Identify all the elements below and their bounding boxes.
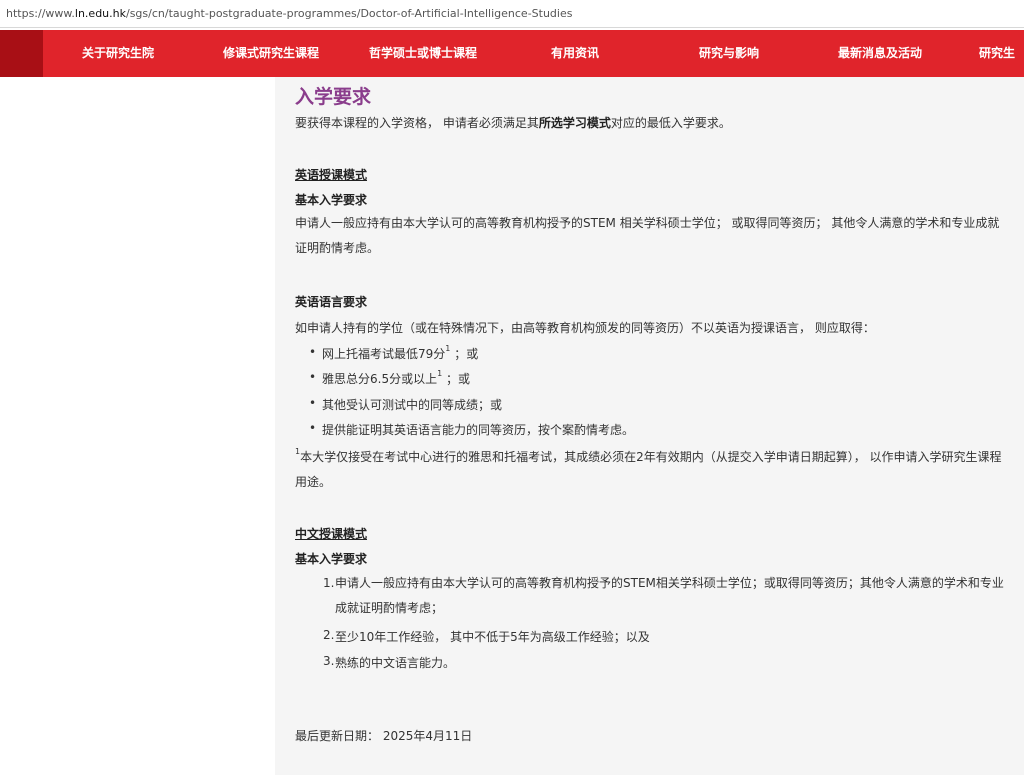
nav-item-research-postgraduate[interactable]: 哲学硕士或博士课程 — [369, 30, 477, 77]
chinese-mode-heading: 中文授课模式 — [295, 527, 368, 541]
list-item-toefl: 网上托福考试最低79分1 ；或 — [309, 344, 478, 362]
list-item-ielts: 雅思总分6.5分或以上1 ；或 — [309, 369, 470, 387]
list-number: 3. — [323, 654, 335, 668]
page-title: 入学要求 — [295, 86, 372, 108]
footnote: 1本大学仅接受在考试中心进行的雅思和托福考试，其成绩必须在2年有效期内（从提交入… — [295, 447, 1002, 489]
nav-item-postgraduate-students[interactable]: 研究生 — [979, 30, 1015, 77]
intro-text: 要获得本课程的入学资格， 申请者必须满足其所选学习模式对应的最低入学要求。 — [295, 116, 731, 130]
english-mode-heading: 英语授课模式 — [295, 168, 368, 182]
list-item-other-tests: 其他受认可测试中的同等成绩；或 — [309, 396, 502, 413]
nav-item-about-graduate-school[interactable]: 关于研究生院 — [82, 30, 154, 77]
list-item-master-degree: 申请人一般应持有由本大学认可的高等教育机构授予的STEM相关学科硕士学位；或取得… — [335, 576, 1004, 615]
chinese-basic-heading: 基本入学要求 — [295, 552, 368, 566]
address-bar[interactable]: https://www.ln.edu.hk/sgs/cn/taught-post… — [0, 0, 1024, 28]
english-language-intro: 如申请人持有的学位（或在特殊情况下，由高等教育机构颁发的同等资历）不以英语为授课… — [295, 321, 875, 335]
english-basic-text: 申请人一般应持有由本大学认可的高等教育机构授予的STEM 相关学科硕士学位； 或… — [295, 216, 1000, 255]
nav-item-useful-info[interactable]: 有用资讯 — [551, 30, 599, 77]
nav-item-research-impact[interactable]: 研究与影响 — [699, 30, 759, 77]
list-item-work-experience: 至少10年工作经验， 其中不低于5年为高级工作经验；以及 — [335, 630, 650, 644]
left-sidebar — [0, 77, 275, 775]
english-basic-heading: 基本入学要求 — [295, 193, 368, 207]
url-text: https://www.ln.edu.hk/sgs/cn/taught-post… — [6, 7, 573, 20]
nav-item-taught-postgraduate[interactable]: 修课式研究生课程 — [223, 30, 319, 77]
list-item-equivalent-qualification: 提供能证明其英语语言能力的同等资历，按个案酌情考虑。 — [309, 421, 634, 438]
english-language-heading: 英语语言要求 — [295, 295, 368, 309]
nav-item-news-events[interactable]: 最新消息及活动 — [838, 30, 922, 77]
list-number: 1. — [323, 576, 335, 590]
main-navigation: 关于研究生院 修课式研究生课程 哲学硕士或博士课程 有用资讯 研究与影响 最新消… — [0, 30, 1024, 77]
list-number: 2. — [323, 628, 335, 642]
main-content: 入学要求 要获得本课程的入学资格， 申请者必须满足其所选学习模式对应的最低入学要… — [275, 77, 1024, 775]
list-item-chinese-proficiency: 熟练的中文语言能力。 — [335, 656, 456, 670]
brand-block — [0, 30, 43, 77]
last-updated: 最后更新日期： 2025年4月11日 — [295, 729, 473, 743]
